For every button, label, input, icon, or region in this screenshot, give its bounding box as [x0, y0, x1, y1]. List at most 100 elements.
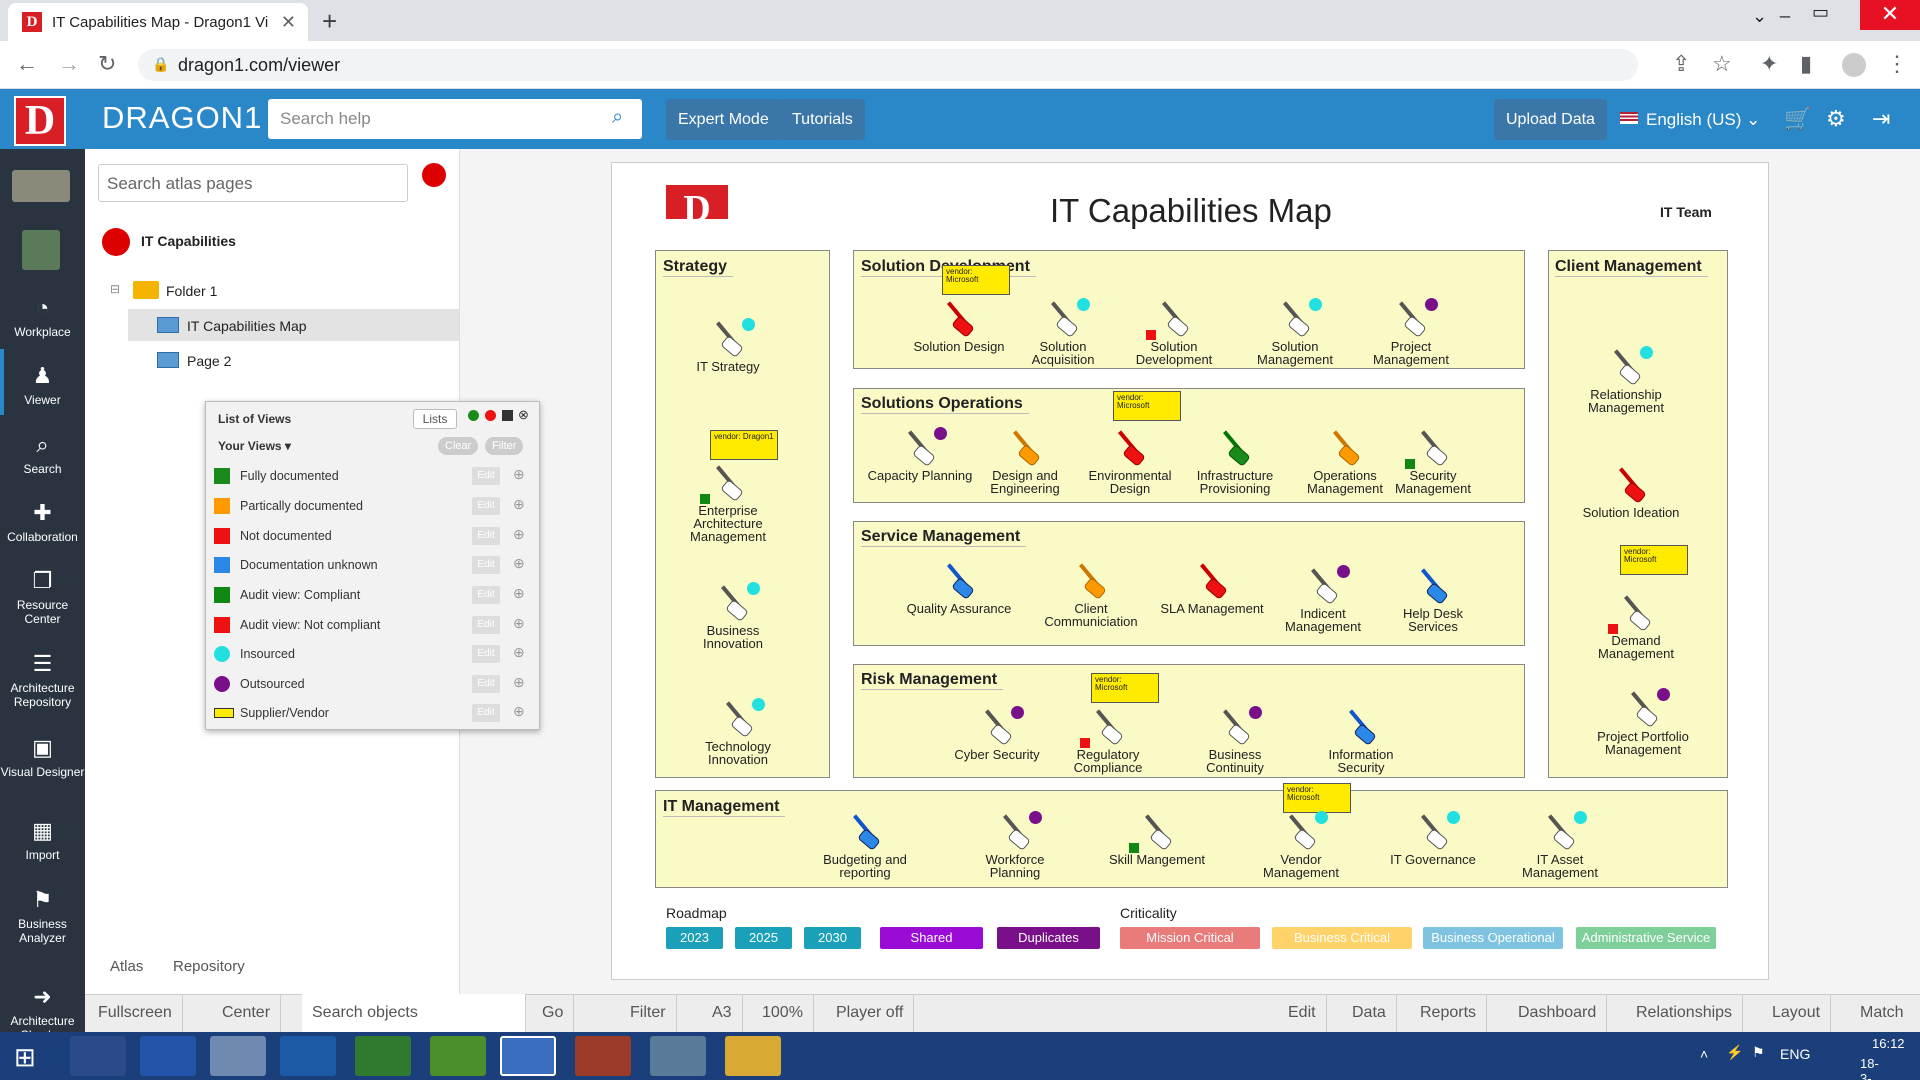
- collapse-icon[interactable]: ⊟: [110, 282, 120, 296]
- capability-technology-innovation[interactable]: Technology Innovation: [683, 698, 793, 766]
- capability-infrastructure-provisioning[interactable]: Infrastructure Provisioning: [1180, 427, 1290, 495]
- capability-help-desk[interactable]: Help Desk Services: [1378, 565, 1488, 633]
- folder-item[interactable]: Folder 1: [166, 283, 217, 299]
- capability-business-innovation[interactable]: Business Innovation: [678, 582, 788, 650]
- reports-button[interactable]: Reports: [1410, 994, 1488, 1032]
- capability-business-continuity[interactable]: Business Continuity: [1180, 706, 1290, 774]
- tab-atlas[interactable]: Atlas: [110, 958, 143, 975]
- nav-collaboration[interactable]: ✚ Collaboration: [0, 500, 85, 544]
- capability-information-security[interactable]: Information Security: [1306, 706, 1416, 774]
- view-row[interactable]: Fully documented Edit ⊕: [206, 462, 539, 491]
- your-views-dropdown[interactable]: Your Views ▾: [218, 439, 291, 453]
- nav-architecture-repository[interactable]: ☰ Architecture Repository: [0, 651, 85, 709]
- add-icon[interactable]: ⊕: [513, 526, 525, 543]
- close-tab-icon[interactable]: ✕: [281, 12, 296, 33]
- add-icon[interactable]: ⊕: [513, 644, 525, 661]
- status-dot-icon[interactable]: [422, 163, 446, 187]
- search-help-input[interactable]: Search help: [268, 99, 642, 139]
- nav-search[interactable]: ⌕ Search: [0, 432, 85, 476]
- zoom-level[interactable]: 100%: [752, 994, 814, 1032]
- capability-vendor-management[interactable]: Vendor Management: [1246, 811, 1356, 879]
- capability-environmental-design[interactable]: Environmental Design: [1075, 427, 1185, 495]
- capability-solution-management[interactable]: Solution Management: [1240, 298, 1350, 366]
- share-icon[interactable]: ⇪: [1672, 51, 1690, 77]
- capability-sla-management[interactable]: SLA Management: [1157, 560, 1267, 615]
- view-row[interactable]: Documentation unknown Edit ⊕: [206, 551, 539, 580]
- floppy-app-icon[interactable]: [140, 1036, 196, 1076]
- profile-avatar[interactable]: [1842, 53, 1866, 77]
- list-of-views-panel[interactable]: List of Views Lists ⊗ Your Views ▾ Clear…: [205, 401, 540, 730]
- capability-client-communication[interactable]: Client Communiciation: [1036, 560, 1146, 628]
- browser-tab[interactable]: D IT Capabilities Map - Dragon1 Vi ✕: [8, 3, 308, 41]
- notes-app-icon[interactable]: [430, 1036, 486, 1076]
- roadmap-2025-button[interactable]: 2025: [735, 927, 792, 949]
- business-critical-button[interactable]: Business Critical: [1272, 927, 1412, 949]
- search-atlas-input[interactable]: Search atlas pages: [98, 164, 408, 202]
- restore-window-icon[interactable]: ▭: [1812, 2, 1829, 23]
- minimize-icon[interactable]: [502, 410, 513, 421]
- nav-business-analyzer[interactable]: ⚑ Business Analyzer: [0, 887, 85, 945]
- minimize-window-icon[interactable]: _: [1780, 0, 1790, 19]
- dashboard-button[interactable]: Dashboard: [1508, 994, 1608, 1032]
- language-indicator[interactable]: ENG: [1780, 1046, 1810, 1062]
- notification-flag-icon[interactable]: ⚑: [1752, 1044, 1765, 1061]
- capability-demand-management[interactable]: Demand Management: [1581, 592, 1691, 660]
- duplicates-button[interactable]: Duplicates: [997, 927, 1100, 949]
- tab-repository[interactable]: Repository: [173, 958, 245, 975]
- add-icon[interactable]: ⊕: [513, 466, 525, 483]
- capability-solution-design[interactable]: Solution Design: [904, 298, 1014, 353]
- back-icon[interactable]: ←: [16, 51, 38, 77]
- data-button[interactable]: Data: [1342, 994, 1397, 1032]
- view-row[interactable]: Supplier/Vendor Edit ⊕: [206, 699, 539, 728]
- close-window-icon[interactable]: ✕: [1860, 0, 1920, 30]
- edit-button[interactable]: Edit: [472, 645, 500, 663]
- capability-solution-development[interactable]: Solution Development: [1119, 298, 1229, 366]
- chevron-down-icon[interactable]: ⌄: [1752, 6, 1767, 27]
- extensions-icon[interactable]: ✦: [1760, 51, 1778, 77]
- menu-dots-icon[interactable]: ⋮: [1886, 51, 1908, 77]
- nav-resource-center[interactable]: ❐ Resource Center: [0, 568, 85, 626]
- view-row[interactable]: Audit view: Not compliant Edit ⊕: [206, 611, 539, 640]
- sidepanel-icon[interactable]: ▮: [1800, 51, 1812, 77]
- edit-button[interactable]: Edit: [472, 675, 500, 693]
- view-row[interactable]: Audit view: Compliant Edit ⊕: [206, 581, 539, 610]
- edit-button[interactable]: Edit: [472, 586, 500, 604]
- search-icon[interactable]: ⌕: [612, 106, 623, 129]
- reload-icon[interactable]: ↻: [98, 51, 116, 77]
- capability-design-engineering[interactable]: Design and Engineering: [970, 427, 1080, 495]
- fullscreen-button[interactable]: Fullscreen: [88, 994, 183, 1032]
- add-icon[interactable]: ⊕: [513, 496, 525, 513]
- capability-regulatory-compliance[interactable]: Regulatory Compliance: [1053, 706, 1163, 774]
- roadmap-2030-button[interactable]: 2030: [804, 927, 861, 949]
- folder-app-icon[interactable]: [725, 1036, 781, 1076]
- monitor-app-icon[interactable]: [210, 1036, 266, 1076]
- add-icon[interactable]: ⊕: [513, 555, 525, 572]
- shared-button[interactable]: Shared: [880, 927, 983, 949]
- edit-button[interactable]: Edit: [472, 467, 500, 485]
- business-operational-button[interactable]: Business Operational: [1423, 927, 1563, 949]
- page-item-it-capabilities-map[interactable]: IT Capabilities Map: [187, 318, 307, 334]
- lists-button[interactable]: Lists: [413, 409, 457, 429]
- view-row[interactable]: Insourced Edit ⊕: [206, 640, 539, 669]
- capability-it-asset-management[interactable]: IT Asset Management: [1505, 811, 1615, 879]
- expert-mode-button[interactable]: Expert Mode: [666, 99, 781, 140]
- powershell-app-icon[interactable]: [280, 1036, 336, 1076]
- add-icon[interactable]: ⊕: [513, 615, 525, 632]
- tray-chevron-icon[interactable]: ˄: [1700, 1046, 1708, 1062]
- relationships-button[interactable]: Relationships: [1626, 994, 1744, 1032]
- add-icon[interactable]: ⊕: [513, 703, 525, 720]
- edit-button[interactable]: Edit: [472, 704, 500, 722]
- nav-workplace[interactable]: ◔ Workplace: [0, 295, 85, 339]
- capability-workforce-planning[interactable]: Workforce Planning: [960, 811, 1070, 879]
- view-row[interactable]: Not documented Edit ⊕: [206, 522, 539, 551]
- search-objects-input[interactable]: Search objects: [302, 994, 526, 1032]
- capability-it-governance[interactable]: IT Governance: [1378, 811, 1488, 866]
- taskbar-app-icon[interactable]: [70, 1036, 126, 1076]
- new-tab-icon[interactable]: +: [322, 6, 337, 37]
- mission-critical-button[interactable]: Mission Critical: [1120, 927, 1260, 949]
- nav-viewer[interactable]: ♟ Viewer: [0, 363, 85, 407]
- paper-size-button[interactable]: A3: [702, 994, 743, 1032]
- capability-security-management[interactable]: Security Management: [1378, 427, 1488, 495]
- dragon1-logo[interactable]: D: [14, 96, 66, 146]
- language-selector[interactable]: English (US) ⌄: [1646, 110, 1760, 130]
